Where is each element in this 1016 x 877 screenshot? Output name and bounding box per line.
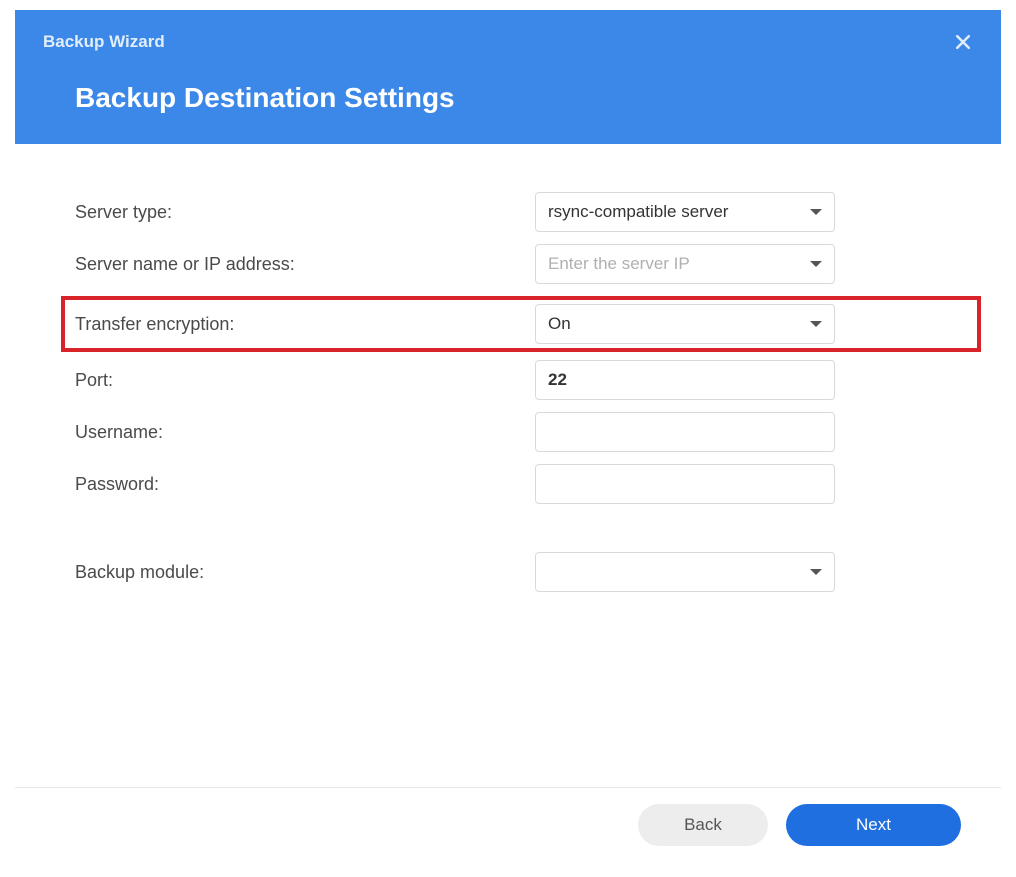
chevron-down-icon <box>810 569 822 575</box>
wizard-container: Backup Wizard Backup Destination Setting… <box>0 0 1016 877</box>
transfer-encryption-select[interactable]: On <box>535 304 835 344</box>
backup-module-row: Backup module: <box>75 552 941 592</box>
port-label: Port: <box>75 370 535 391</box>
back-button[interactable]: Back <box>638 804 768 846</box>
wizard-title: Backup Wizard <box>43 32 973 52</box>
wizard-footer: Back Next <box>15 787 1001 862</box>
password-row: Password: <box>75 464 941 504</box>
chevron-down-icon <box>810 209 822 215</box>
backup-module-label: Backup module: <box>75 562 535 583</box>
server-ip-label: Server name or IP address: <box>75 254 535 275</box>
username-row: Username: <box>75 412 941 452</box>
server-type-row: Server type: rsync-compatible server <box>75 192 941 232</box>
username-input[interactable] <box>535 412 835 452</box>
server-type-value: rsync-compatible server <box>548 202 728 222</box>
wizard-header: Backup Wizard Backup Destination Setting… <box>15 10 1001 144</box>
next-button[interactable]: Next <box>786 804 961 846</box>
page-title: Backup Destination Settings <box>75 82 973 114</box>
password-label: Password: <box>75 474 535 495</box>
transfer-encryption-label: Transfer encryption: <box>75 314 535 335</box>
server-type-label: Server type: <box>75 202 535 223</box>
username-label: Username: <box>75 422 535 443</box>
port-value: 22 <box>548 370 567 390</box>
wizard-body: Server type: rsync-compatible server Ser… <box>15 144 1001 787</box>
chevron-down-icon <box>810 321 822 327</box>
chevron-down-icon <box>810 261 822 267</box>
server-ip-input[interactable]: Enter the server IP <box>535 244 835 284</box>
port-input[interactable]: 22 <box>535 360 835 400</box>
close-icon <box>953 32 973 52</box>
server-type-select[interactable]: rsync-compatible server <box>535 192 835 232</box>
port-row: Port: 22 <box>75 360 941 400</box>
server-ip-placeholder: Enter the server IP <box>548 254 690 274</box>
backup-module-select[interactable] <box>535 552 835 592</box>
close-button[interactable] <box>953 32 973 57</box>
password-input[interactable] <box>535 464 835 504</box>
transfer-encryption-row: Transfer encryption: On <box>61 296 981 352</box>
server-ip-row: Server name or IP address: Enter the ser… <box>75 244 941 284</box>
transfer-encryption-value: On <box>548 314 571 334</box>
